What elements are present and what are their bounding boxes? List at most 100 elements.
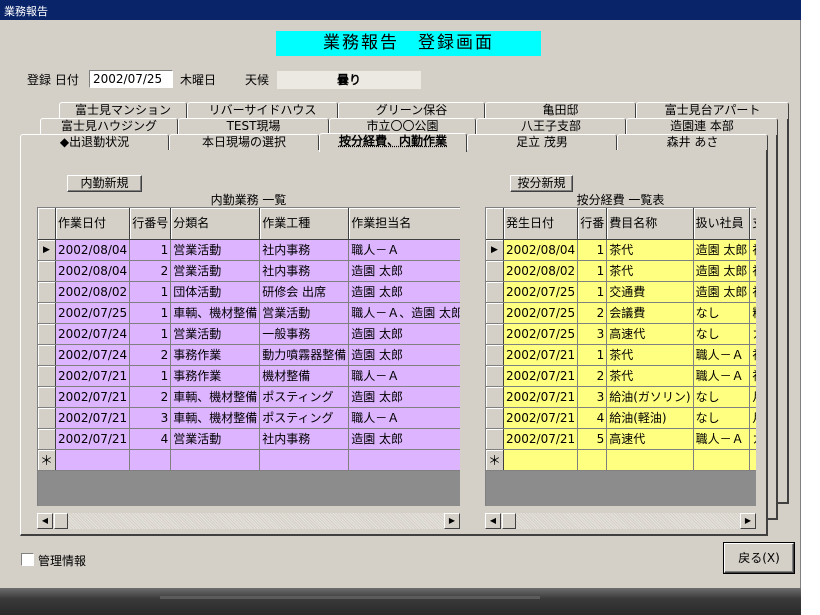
row-selector[interactable]: [38, 281, 57, 303]
scroll-thumb[interactable]: [502, 513, 516, 529]
column-header[interactable]: 行番号: [129, 208, 172, 240]
row-selector[interactable]: [486, 407, 505, 429]
row-selector[interactable]: [486, 365, 505, 387]
row-selector[interactable]: [486, 281, 505, 303]
table-cell[interactable]: ポスティング: [259, 407, 350, 429]
table-cell[interactable]: 2: [577, 302, 608, 324]
column-header[interactable]: 作業工種: [259, 208, 350, 240]
table-row[interactable]: 2002/07/251車輌、機材整備営業活動職人－Ａ、造園 太郎完了: [38, 302, 460, 324]
table-cell[interactable]: 1: [129, 239, 172, 261]
tab-morii-asa[interactable]: 森井 あさ: [617, 134, 768, 151]
tab-today-site[interactable]: 本日現場の選択: [169, 134, 319, 151]
table-cell[interactable]: 2002/08/04: [55, 239, 131, 261]
table-row[interactable]: 2002/08/021団体活動研修会 出席造園 太郎完了: [38, 281, 460, 303]
tab-zoenren-hq[interactable]: 造園連 本部: [626, 118, 778, 135]
table-cell[interactable]: 2002/07/21: [503, 407, 579, 429]
table-cell[interactable]: 5: [577, 428, 608, 450]
table-cell[interactable]: 2002/07/25: [55, 302, 131, 324]
scroll-right-icon[interactable]: ▶: [444, 513, 460, 529]
table-cell[interactable]: 職人－Ａ、造園 太郎: [348, 302, 460, 324]
table-cell[interactable]: [577, 449, 608, 471]
table-cell[interactable]: 事務作業: [170, 344, 261, 366]
column-header[interactable]: 発生日付: [503, 208, 579, 240]
tab-fujimi-mansion[interactable]: 富士見マンション: [59, 102, 187, 119]
row-selector[interactable]: [38, 323, 57, 345]
date-field[interactable]: 2002/07/25: [89, 70, 173, 88]
table-cell[interactable]: 職人－Ａ: [348, 407, 460, 429]
scroll-right-icon[interactable]: ▶: [740, 513, 756, 529]
table-cell[interactable]: 車輌、機材整備: [170, 386, 261, 408]
new-expense-button[interactable]: 按分新規: [510, 175, 573, 192]
table-cell[interactable]: 2002/08/04: [55, 260, 131, 282]
table-cell[interactable]: 社内事務: [259, 428, 350, 450]
table-cell[interactable]: 職人－Ａ: [693, 365, 751, 387]
table-cell[interactable]: 車輌、機材整備: [170, 407, 261, 429]
table-cell[interactable]: 1: [129, 302, 172, 324]
row-selector[interactable]: [486, 428, 505, 450]
table-cell[interactable]: 造園 太郎: [348, 260, 460, 282]
table-cell[interactable]: 給油(ガソリン): [606, 386, 694, 408]
column-header[interactable]: 分類名: [170, 208, 261, 240]
table-row[interactable]: 2002/07/252会議費なし精算済み: [486, 302, 756, 324]
table-cell[interactable]: 営業活動: [170, 323, 261, 345]
new-record-row[interactable]: ＊: [486, 449, 756, 471]
tab-fujimi-housing[interactable]: 富士見ハウジング: [40, 118, 178, 135]
table-cell[interactable]: 造園 太郎: [693, 281, 751, 303]
tab-adachi-shigeo[interactable]: 足立 茂男: [467, 134, 617, 151]
scroll-thumb[interactable]: [54, 513, 68, 529]
tab-riverside-house[interactable]: リバーサイドハウス: [187, 102, 338, 119]
tab-test-site[interactable]: TEST現場: [178, 118, 329, 135]
weather-field[interactable]: 曇り: [277, 71, 421, 89]
table-row[interactable]: 2002/08/021茶代造園 太郎社員立替: [486, 260, 756, 282]
table-cell[interactable]: 機材整備: [259, 365, 350, 387]
expense-hscrollbar[interactable]: ◀ ▶: [485, 513, 756, 529]
table-cell[interactable]: 会議費: [606, 302, 694, 324]
tab-fujimidai-apartment[interactable]: 富士見台アパート: [636, 102, 789, 119]
table-cell[interactable]: 2002/07/21: [503, 365, 579, 387]
row-selector[interactable]: [38, 260, 57, 282]
table-cell[interactable]: 2: [129, 386, 172, 408]
table-cell[interactable]: 2002/07/21: [503, 386, 579, 408]
table-cell[interactable]: 2002/07/21: [55, 365, 131, 387]
table-cell[interactable]: 職人－Ａ: [348, 365, 460, 387]
table-row[interactable]: 2002/07/212車輌、機材整備ポスティング造園 太郎完了: [38, 386, 460, 408]
table-row[interactable]: 2002/07/253高速代なしカード精算: [486, 323, 756, 345]
table-cell[interactable]: 造園 太郎: [348, 281, 460, 303]
column-header[interactable]: 作業日付: [55, 208, 131, 240]
table-cell[interactable]: 社員立替: [749, 365, 756, 387]
table-cell[interactable]: [259, 449, 350, 471]
row-selector[interactable]: [38, 344, 57, 366]
table-row[interactable]: 2002/08/042営業活動社内事務造園 太郎完了: [38, 260, 460, 282]
table-cell[interactable]: 1: [577, 239, 608, 261]
table-cell[interactable]: 2002/08/02: [503, 260, 579, 282]
row-pointer-icon[interactable]: ▶: [486, 239, 505, 261]
table-cell[interactable]: 職人－Ａ: [348, 239, 460, 261]
table-cell[interactable]: 造園 太郎: [348, 344, 460, 366]
tab-green-hoya[interactable]: グリーン保谷: [338, 102, 485, 119]
table-row[interactable]: ▶2002/08/041営業活動社内事務職人－Ａ完了: [38, 239, 460, 261]
back-button[interactable]: 戻る(X): [724, 543, 794, 573]
table-cell[interactable]: 3: [129, 407, 172, 429]
table-cell[interactable]: 1: [577, 281, 608, 303]
table-cell[interactable]: 1: [577, 344, 608, 366]
table-cell[interactable]: 2002/08/04: [503, 239, 579, 261]
table-cell[interactable]: 社内事務: [259, 239, 350, 261]
table-cell[interactable]: 社員立替: [749, 260, 756, 282]
table-cell[interactable]: 4: [577, 407, 608, 429]
table-cell[interactable]: なし: [693, 386, 751, 408]
internal-hscrollbar[interactable]: ◀ ▶: [37, 513, 460, 529]
table-cell[interactable]: 月末精算: [749, 386, 756, 408]
table-cell[interactable]: [606, 449, 694, 471]
row-selector[interactable]: [38, 365, 57, 387]
row-selector[interactable]: [486, 386, 505, 408]
row-selector[interactable]: [38, 428, 57, 450]
row-selector[interactable]: [38, 386, 57, 408]
new-record-row[interactable]: ＊: [38, 449, 460, 471]
table-cell[interactable]: なし: [693, 302, 751, 324]
table-row[interactable]: 2002/07/241営業活動一般事務造園 太郎完了: [38, 323, 460, 345]
table-cell[interactable]: 2002/07/21: [503, 428, 579, 450]
table-cell[interactable]: 3: [577, 386, 608, 408]
table-cell[interactable]: 茶代: [606, 239, 694, 261]
row-pointer-icon[interactable]: ▶: [38, 239, 57, 261]
table-cell[interactable]: 1: [577, 260, 608, 282]
